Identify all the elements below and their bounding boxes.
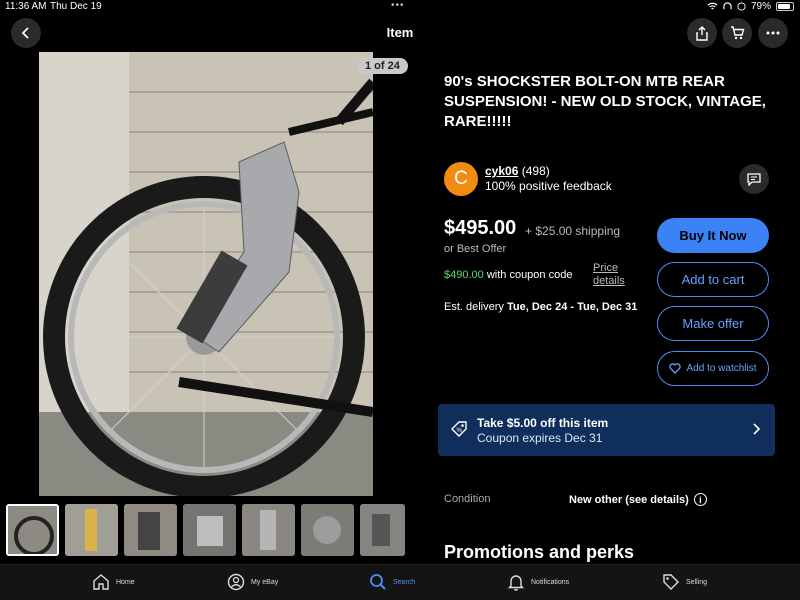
- wifi-icon: [707, 2, 718, 10]
- location-icon: [737, 2, 746, 11]
- multitask-dots-icon[interactable]: •••: [391, 0, 405, 11]
- headphones-icon: [723, 2, 732, 10]
- price-details-link[interactable]: Price details: [593, 262, 637, 288]
- tab-label: Notifications: [531, 578, 570, 586]
- coupon-title: Take $5.00 off this item: [477, 416, 609, 430]
- coupon-price: $490.00: [444, 269, 484, 281]
- page-title: Item: [386, 25, 414, 40]
- search-icon: [370, 574, 386, 590]
- seller-info[interactable]: C cyk06 (498) 100% positive feedback: [444, 162, 612, 196]
- thumbnail[interactable]: [124, 504, 177, 556]
- thumbnail[interactable]: [301, 504, 354, 556]
- message-seller-button[interactable]: [739, 164, 769, 194]
- seller-avatar[interactable]: C: [444, 162, 478, 196]
- coupon-expiry: Coupon expires Dec 31: [477, 431, 603, 445]
- battery-icon: [776, 2, 794, 11]
- condition-label: Condition: [444, 493, 491, 505]
- estimated-delivery: Est. delivery Tue, Dec 24 - Tue, Dec 31: [444, 301, 637, 313]
- add-to-cart-button[interactable]: Add to cart: [657, 262, 769, 297]
- add-to-watchlist-button[interactable]: Add to watchlist: [657, 351, 769, 386]
- thumbnail[interactable]: [242, 504, 295, 556]
- make-offer-button[interactable]: Make offer: [657, 306, 769, 341]
- thumbnail[interactable]: [6, 504, 59, 556]
- shipping-cost: + $25.00 shipping: [525, 224, 621, 238]
- bell-icon: [507, 575, 525, 591]
- share-button[interactable]: [687, 18, 717, 48]
- coupon-tag-icon: %: [451, 421, 467, 437]
- home-icon: [93, 574, 109, 590]
- seller-feedback: 100% positive feedback: [485, 179, 612, 193]
- status-time: 11:36 AM: [5, 1, 47, 12]
- status-date: Thu Dec 19: [50, 1, 102, 12]
- tab-label: Search: [393, 578, 416, 586]
- best-offer-label: or Best Offer: [444, 243, 507, 255]
- tab-label: My eBay: [251, 578, 279, 586]
- tab-home[interactable]: Home: [92, 573, 135, 591]
- delivery-range: Tue, Dec 24 - Tue, Dec 31: [506, 301, 638, 313]
- chevron-right-icon: [753, 423, 761, 435]
- bottom-tab-bar: Home My eBay Search Notifications Sellin…: [0, 564, 800, 600]
- bicycle-photo: [39, 52, 373, 496]
- tab-label: Selling: [686, 578, 708, 586]
- thumbnail[interactable]: [360, 504, 405, 556]
- thumbnail-strip: [6, 504, 405, 556]
- thumbnail[interactable]: [183, 504, 236, 556]
- more-options-button[interactable]: [758, 18, 788, 48]
- tab-notifications[interactable]: Notifications: [507, 573, 569, 591]
- promotions-heading: Promotions and perks: [444, 542, 635, 562]
- coupon-banner[interactable]: % Take $5.00 off this item Coupon expire…: [438, 404, 775, 456]
- coupon-price-line: $490.00 with coupon code: [444, 269, 572, 281]
- tab-selling[interactable]: Selling: [662, 573, 707, 591]
- battery-percent: 79%: [750, 1, 771, 12]
- person-icon: [227, 573, 245, 591]
- listing-title: 90's SHOCKSTER BOLT-ON MTB REAR SUSPENSI…: [444, 73, 766, 130]
- condition-value[interactable]: New other (see details) i: [569, 493, 707, 506]
- info-icon[interactable]: i: [693, 493, 707, 506]
- thumbnail[interactable]: [65, 504, 118, 556]
- message-icon: [747, 172, 761, 186]
- price: $495.00: [444, 217, 517, 239]
- svg-text:%: %: [457, 428, 463, 434]
- status-bar: 11:36 AM Thu Dec 19 ••• 79%: [0, 0, 800, 14]
- seller-name[interactable]: cyk06: [485, 164, 518, 178]
- coupon-text: with coupon code: [486, 269, 573, 281]
- heart-icon: [669, 363, 682, 374]
- tab-my-ebay[interactable]: My eBay: [227, 573, 278, 591]
- cart-icon: [730, 26, 744, 40]
- more-icon: [766, 31, 780, 35]
- condition-text: New other (see details): [569, 493, 689, 506]
- watchlist-label: Add to watchlist: [686, 363, 757, 374]
- top-nav: Item: [0, 14, 800, 52]
- tag-icon: [663, 574, 679, 590]
- buy-it-now-button[interactable]: Buy It Now: [657, 218, 769, 253]
- main-product-image[interactable]: [39, 52, 373, 496]
- cart-button[interactable]: [722, 18, 752, 48]
- tab-label: Home: [116, 578, 135, 586]
- image-counter: 1 of 24: [357, 58, 408, 74]
- delivery-label: Est. delivery: [444, 301, 504, 313]
- tab-search[interactable]: Search: [369, 573, 415, 591]
- status-indicators: 79%: [707, 1, 794, 12]
- seller-rating: (498): [521, 164, 550, 178]
- share-icon: [696, 25, 708, 41]
